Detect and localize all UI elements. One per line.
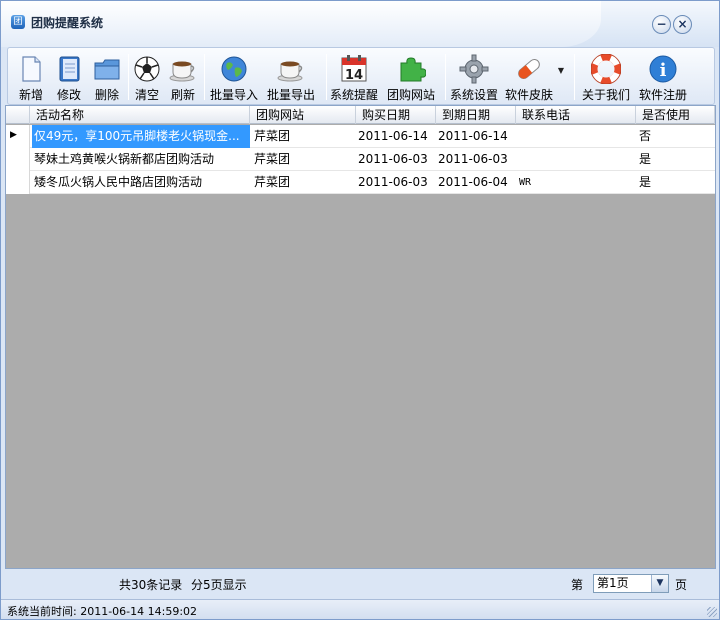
cell-expiry-date[interactable]: 2011-06-14 xyxy=(436,125,516,148)
page-suffix-text: 页 xyxy=(675,578,688,592)
current-row-indicator-icon: ▶ xyxy=(10,130,17,140)
calendar-day-text: 14 xyxy=(345,68,363,83)
delete-button[interactable]: 删除 xyxy=(90,52,124,104)
status-bar: 系统当前时间: 2011-06-14 14:59:02 xyxy=(1,599,719,619)
toolbar: 新增 修改 删除 清空 刷新 批量导入 批量导出 14 系统提醒 团购网站 系统… xyxy=(7,47,715,105)
cell-phone[interactable] xyxy=(517,125,635,148)
system-settings-button[interactable]: 系统设置 xyxy=(449,52,499,104)
page-select[interactable]: 第1页 ▼ xyxy=(593,574,669,593)
lifebuoy-icon xyxy=(591,54,621,84)
table-row[interactable]: 琴妹土鸡黄喉火锅新都店团购活动 芹菜团 2011-06-03 2011-06-0… xyxy=(6,148,715,171)
soccer-ball-icon xyxy=(134,56,160,82)
edit-button[interactable]: 修改 xyxy=(52,52,86,104)
software-register-button[interactable]: i 软件注册 xyxy=(638,52,688,104)
column-header-site[interactable]: 团购网站 xyxy=(250,106,356,124)
software-register-label: 软件注册 xyxy=(638,88,687,102)
column-header-in-use[interactable]: 是否使用 xyxy=(636,106,715,124)
about-us-label: 关于我们 xyxy=(581,88,630,102)
batch-import-button[interactable]: 批量导入 xyxy=(209,52,259,104)
new-document-icon xyxy=(22,56,41,82)
software-skin-label: 软件皮肤 xyxy=(504,88,553,102)
page-select-value: 第1页 xyxy=(597,576,629,590)
total-pages-text: 分5页显示 xyxy=(191,578,247,592)
coffee-cup-icon xyxy=(169,61,195,82)
pill-icon xyxy=(518,59,540,79)
puzzle-icon xyxy=(400,57,426,82)
batch-export-label: 批量导出 xyxy=(266,88,315,102)
column-header-activity-name[interactable]: 活动名称 xyxy=(30,106,250,124)
folder-delete-icon xyxy=(94,59,120,80)
system-reminder-label: 系统提醒 xyxy=(329,88,378,102)
cell-phone[interactable] xyxy=(517,148,635,171)
activity-grid[interactable]: 活动名称 团购网站 购买日期 到期日期 联系电话 是否使用 ▶ 仅49元，享10… xyxy=(5,105,716,569)
cell-activity-name[interactable]: 仅49元，享100元吊脚楼老火锅现金... xyxy=(32,125,250,148)
app-icon: 团 xyxy=(11,15,25,29)
notebook-edit-icon xyxy=(59,56,80,82)
pagination-bar: 共30条记录 分5页显示 第 第1页 ▼ 页 xyxy=(5,570,716,598)
calendar-icon: 14 xyxy=(341,55,367,83)
clear-button[interactable]: 清空 xyxy=(130,52,164,104)
gear-icon xyxy=(459,54,489,84)
system-reminder-button[interactable]: 14 系统提醒 xyxy=(329,52,379,104)
group-buy-sites-label: 团购网站 xyxy=(386,88,435,102)
about-us-button[interactable]: 关于我们 xyxy=(581,52,631,104)
row-header[interactable]: ▶ xyxy=(6,125,30,148)
cell-expiry-date[interactable]: 2011-06-03 xyxy=(436,148,516,171)
title-bar[interactable]: 团 团购提醒系统 − × xyxy=(1,1,719,47)
status-time-text: 系统当前时间: 2011-06-14 14:59:02 xyxy=(7,605,198,618)
cell-phone[interactable]: WR xyxy=(517,171,635,194)
cell-purchase-date[interactable]: 2011-06-03 xyxy=(356,148,436,171)
minimize-button[interactable]: − xyxy=(652,15,671,34)
table-row[interactable]: ▶ 仅49元，享100元吊脚楼老火锅现金... 芹菜团 2011-06-14 2… xyxy=(6,125,715,148)
column-header-phone[interactable]: 联系电话 xyxy=(516,106,636,124)
total-records-text: 共30条记录 xyxy=(119,578,183,592)
header-corner xyxy=(6,106,30,124)
window-title: 团购提醒系统 xyxy=(31,16,104,30)
chevron-down-icon[interactable]: ▼ xyxy=(558,66,564,75)
row-header[interactable] xyxy=(6,171,30,194)
system-settings-label: 系统设置 xyxy=(449,88,498,102)
refresh-button[interactable]: 刷新 xyxy=(166,52,200,104)
resize-grip-icon[interactable] xyxy=(707,607,717,617)
cell-site[interactable]: 芹菜团 xyxy=(252,148,352,171)
row-header[interactable] xyxy=(6,148,30,171)
coffee-cup-icon xyxy=(277,61,303,82)
batch-import-label: 批量导入 xyxy=(209,88,258,102)
close-button[interactable]: × xyxy=(673,15,692,34)
main-window: 团 团购提醒系统 − × 新增 修改 删除 清空 刷新 批量导入 批量导出 14… xyxy=(0,0,720,620)
info-icon: i xyxy=(649,55,677,83)
software-skin-button[interactable]: ▼ 软件皮肤 xyxy=(505,52,564,104)
cell-purchase-date[interactable]: 2011-06-03 xyxy=(356,171,436,194)
cell-in-use[interactable]: 否 xyxy=(637,125,713,148)
cell-site[interactable]: 芹菜团 xyxy=(252,171,352,194)
cell-activity-name[interactable]: 矮冬瓜火锅人民中路店团购活动 xyxy=(32,171,250,194)
grid-header: 活动名称 团购网站 购买日期 到期日期 联系电话 是否使用 xyxy=(6,106,715,124)
column-header-expiry-date[interactable]: 到期日期 xyxy=(436,106,516,124)
batch-export-button[interactable]: 批量导出 xyxy=(266,52,316,104)
chevron-down-icon[interactable]: ▼ xyxy=(651,575,668,592)
table-row[interactable]: 矮冬瓜火锅人民中路店团购活动 芹菜团 2011-06-03 2011-06-04… xyxy=(6,171,715,194)
cell-site[interactable]: 芹菜团 xyxy=(252,125,352,148)
cell-in-use[interactable]: 是 xyxy=(637,171,713,194)
cell-activity-name[interactable]: 琴妹土鸡黄喉火锅新都店团购活动 xyxy=(32,148,250,171)
column-header-purchase-date[interactable]: 购买日期 xyxy=(356,106,436,124)
add-button[interactable]: 新增 xyxy=(14,52,48,104)
cell-purchase-date[interactable]: 2011-06-14 xyxy=(356,125,436,148)
globe-icon xyxy=(221,56,247,82)
info-glyph-text: i xyxy=(660,60,667,81)
group-buy-sites-button[interactable]: 团购网站 xyxy=(386,52,436,104)
refresh-label: 刷新 xyxy=(170,88,195,102)
cell-expiry-date[interactable]: 2011-06-04 xyxy=(436,171,516,194)
page-prefix-text: 第 xyxy=(571,578,584,592)
cell-in-use[interactable]: 是 xyxy=(637,148,713,171)
